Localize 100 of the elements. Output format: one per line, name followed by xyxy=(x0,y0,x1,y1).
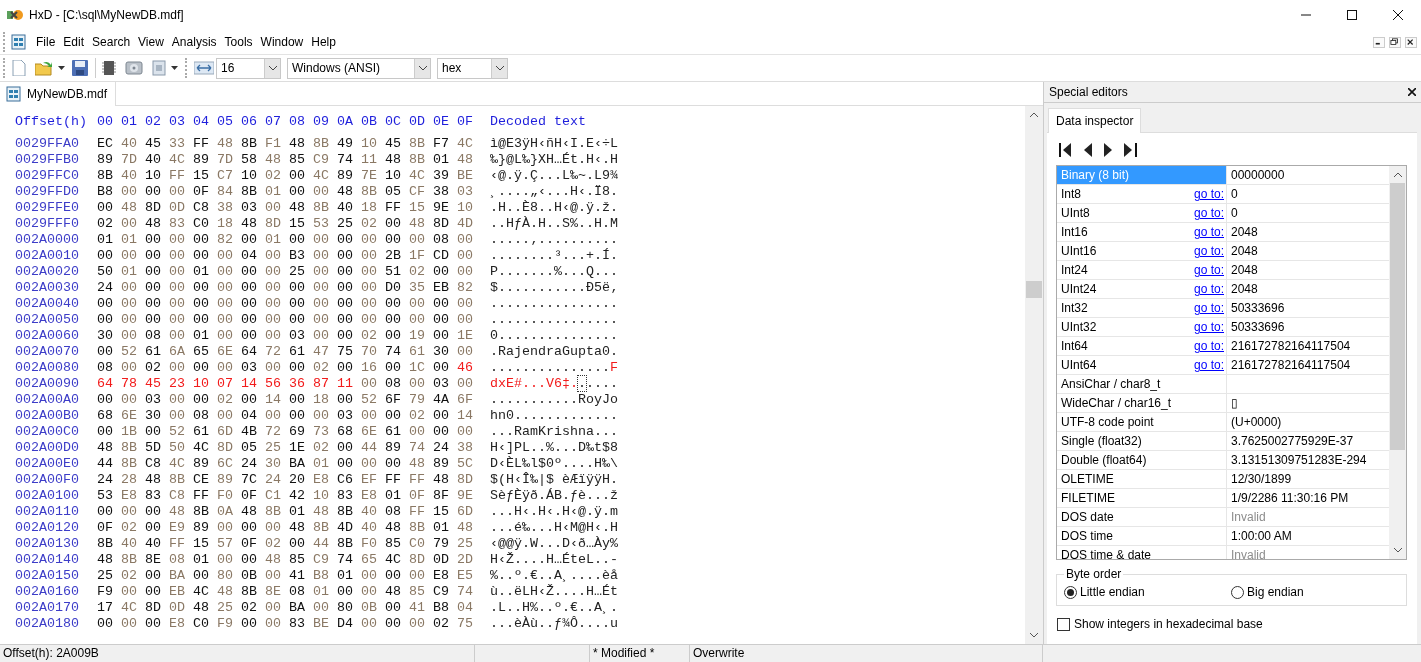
go-to-link[interactable]: go to: xyxy=(1193,356,1224,375)
hex-byte: 80 xyxy=(337,600,353,615)
go-to-link[interactable]: go to: xyxy=(1193,223,1224,242)
radio-label[interactable]: Little endian xyxy=(1080,583,1145,602)
hex-byte: 24 xyxy=(433,440,449,455)
go-to-link[interactable]: go to: xyxy=(1193,204,1224,223)
hex-byte: 48 xyxy=(265,152,281,167)
chip-icon[interactable] xyxy=(102,60,116,76)
go-to-link[interactable]: go to: xyxy=(1193,318,1224,337)
radio-label[interactable]: Big endian xyxy=(1247,583,1304,602)
close-icon[interactable] xyxy=(1408,88,1416,97)
scroll-down-icon[interactable] xyxy=(1030,633,1038,638)
bytes-per-row-dropdown[interactable]: 16 xyxy=(216,57,281,79)
decoded-text: ...........RoyJo xyxy=(490,392,618,407)
scrollbar-thumb[interactable] xyxy=(1026,281,1042,298)
inspector-row[interactable]: Int8 go to: xyxy=(1057,185,1227,204)
hex-byte: 83 xyxy=(169,216,185,231)
menu-item[interactable]: Edit xyxy=(59,33,89,51)
scrollbar-thumb[interactable] xyxy=(1390,183,1405,451)
go-to-link[interactable]: go to: xyxy=(1193,242,1224,261)
previous-icon[interactable] xyxy=(1084,143,1092,158)
go-to-link[interactable]: go to: xyxy=(1193,185,1224,204)
minimize-button[interactable] xyxy=(1373,36,1385,48)
inspector-row[interactable]: UInt24 go to: xyxy=(1057,280,1227,299)
menu-item[interactable]: Tools xyxy=(220,33,257,51)
scrollbar[interactable] xyxy=(1025,106,1043,644)
hex-byte: C0 xyxy=(409,536,425,551)
restore-button[interactable] xyxy=(1389,36,1401,48)
hex-byte: 00 xyxy=(337,360,353,375)
radio-button[interactable] xyxy=(1064,585,1077,599)
inspector-row[interactable]: Int16 go to: xyxy=(1057,223,1227,242)
inspector-row[interactable]: Int32 go to: xyxy=(1057,299,1227,318)
inspector-row[interactable]: Int64 go to: xyxy=(1057,337,1227,356)
hex-byte: 5C xyxy=(457,456,473,471)
menu-item[interactable]: Search xyxy=(88,33,135,51)
hex-byte: 48 xyxy=(145,216,161,231)
hex-byte: 61 xyxy=(193,424,209,439)
maximize-button[interactable] xyxy=(1347,10,1357,20)
hex-byte: 6E xyxy=(217,344,233,359)
inspector-row[interactable]: UInt8 go to: xyxy=(1057,204,1227,223)
inspector-row[interactable]: UInt64 go to: xyxy=(1057,356,1227,375)
inspector-row[interactable]: Double (float64) xyxy=(1057,451,1227,470)
document-tab[interactable]: MyNewDB.mdf xyxy=(0,82,116,106)
hex-byte: 16 xyxy=(361,360,377,375)
hex-byte: 00 xyxy=(97,424,113,439)
hex-byte: B8 xyxy=(433,600,449,615)
go-to-link[interactable]: go to: xyxy=(1193,299,1224,318)
inspector-row[interactable]: UInt32 go to: xyxy=(1057,318,1227,337)
hex-byte: 85 xyxy=(289,152,305,167)
menu-item[interactable]: File xyxy=(32,33,60,51)
scrollbar[interactable] xyxy=(1389,166,1406,560)
hex-byte: 40 xyxy=(361,504,377,519)
menu-item[interactable]: Window xyxy=(256,33,308,51)
first-icon[interactable] xyxy=(1059,143,1072,158)
hex-byte: FF xyxy=(385,472,401,487)
encoding-dropdown[interactable]: Windows (ANSI) xyxy=(287,57,431,79)
inspector-row[interactable]: FILETIME xyxy=(1057,489,1227,508)
scroll-down-icon[interactable] xyxy=(1393,548,1402,554)
hex-byte: 8F xyxy=(433,488,449,503)
last-icon[interactable] xyxy=(1124,143,1137,158)
checkbox-label[interactable]: Show integers in hexadecimal base xyxy=(1074,615,1263,634)
menu-item[interactable]: View xyxy=(134,33,168,51)
inspector-row[interactable]: WideChar / char16_t xyxy=(1057,394,1227,413)
inspector-row[interactable]: DOS date xyxy=(1057,508,1227,527)
inspector-row[interactable]: OLETIME xyxy=(1057,470,1227,489)
menu-item[interactable]: Help xyxy=(307,33,340,51)
arrows-icon[interactable] xyxy=(194,60,214,76)
hex-byte: FF xyxy=(169,536,185,551)
display-dropdown[interactable]: hex xyxy=(437,57,508,79)
inspector-row[interactable]: Single (float32) xyxy=(1057,432,1227,451)
scroll-up-icon[interactable] xyxy=(1030,112,1038,117)
go-to-link[interactable]: go to: xyxy=(1193,261,1224,280)
decoded-text: hn0............. xyxy=(490,408,618,423)
offset-label: 002A00A0 xyxy=(15,392,79,407)
hex-byte: 4C xyxy=(169,456,185,471)
radio-button[interactable] xyxy=(1231,585,1244,599)
hex-byte: 18 xyxy=(361,200,377,215)
hex-byte: 00 xyxy=(289,536,305,551)
next-icon[interactable] xyxy=(1104,143,1112,158)
menu-item[interactable]: Analysis xyxy=(167,33,221,51)
inspector-row[interactable]: UTF-8 code point xyxy=(1057,413,1227,432)
go-to-link[interactable]: go to: xyxy=(1193,280,1224,299)
open-folder-icon[interactable] xyxy=(35,60,53,76)
go-to-link[interactable]: go to: xyxy=(1193,337,1224,356)
hex-byte: 80 xyxy=(217,568,233,583)
inspector-row[interactable]: Int24 go to: xyxy=(1057,261,1227,280)
close-button[interactable] xyxy=(1393,10,1403,20)
scroll-up-icon[interactable] xyxy=(1393,172,1402,178)
inspector-row[interactable]: UInt16 go to: xyxy=(1057,242,1227,261)
inspector-row[interactable]: DOS time & date xyxy=(1057,546,1227,560)
hex-byte: 00 xyxy=(217,312,233,327)
inspector-row[interactable]: AnsiChar / char8_t xyxy=(1057,375,1227,394)
hex-byte: 02 xyxy=(313,360,329,375)
save-icon[interactable] xyxy=(72,60,88,76)
hex-byte: D0 xyxy=(385,280,401,295)
checkbox[interactable] xyxy=(1057,617,1070,631)
hex-byte: 57 xyxy=(217,536,233,551)
hex-byte: 10 xyxy=(385,168,401,183)
panel-tab[interactable]: Data inspector xyxy=(1048,108,1142,134)
inspector-row[interactable]: DOS time xyxy=(1057,527,1227,546)
